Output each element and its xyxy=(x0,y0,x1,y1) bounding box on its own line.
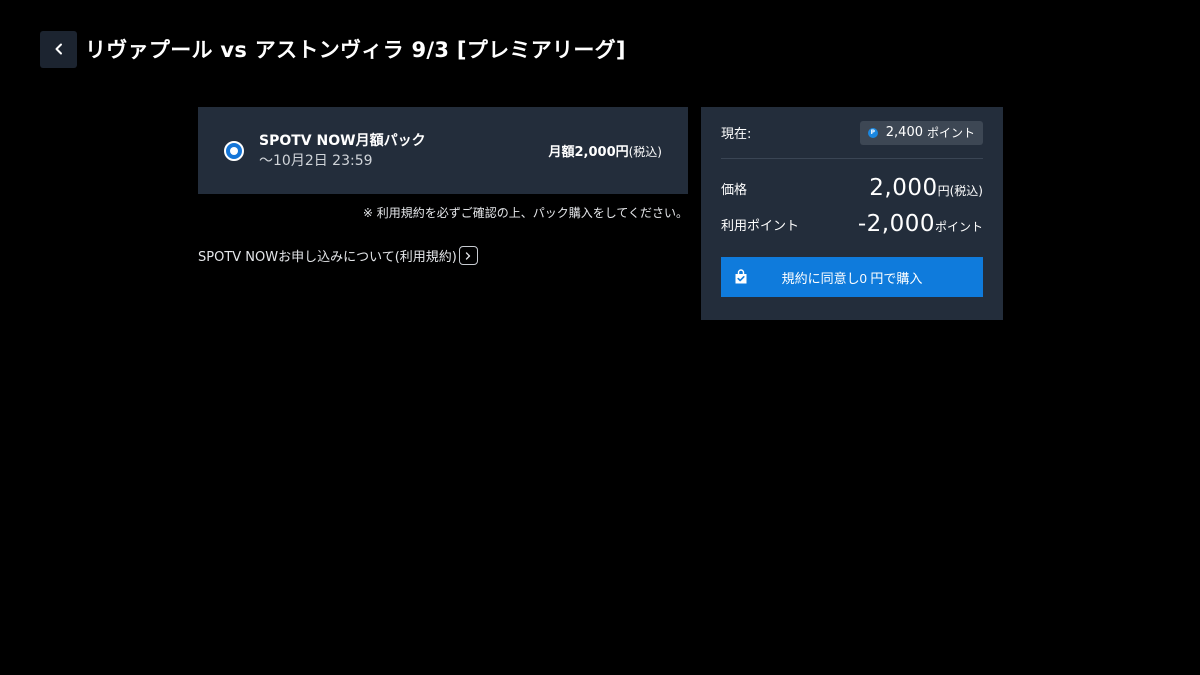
terms-link[interactable]: SPOTV NOWお申し込みについて(利用規約) xyxy=(198,246,478,265)
back-button[interactable] xyxy=(40,30,77,68)
radio-dot-icon xyxy=(230,146,238,155)
price-label: 価格 xyxy=(721,182,748,198)
plan-price-value: 月額2,000円 xyxy=(548,145,629,160)
plan-price-tax: (税込) xyxy=(628,145,662,159)
plan-price: 月額2,000円(税込) xyxy=(549,141,663,160)
use-points-value: -2,000 xyxy=(857,211,935,237)
price-row: 価格 2,000円(税込) xyxy=(721,173,983,203)
use-points-row: 利用ポイント -2,000ポイント xyxy=(721,209,983,239)
use-points-amount: -2,000ポイント xyxy=(858,211,983,237)
price-suffix: 円(税込) xyxy=(937,184,983,198)
terms-notice: ※ 利用規約を必ずご確認の上、パック購入をしてください。 xyxy=(362,206,688,220)
shopping-bag-icon xyxy=(735,269,747,284)
plan-name: SPOTV NOW月額パック xyxy=(259,132,426,149)
chevron-right-icon xyxy=(458,246,478,265)
agree-and-purchase-button[interactable]: 規約に同意し0 円で購入 xyxy=(721,257,983,297)
current-points-row: 現在: P 2,400 ポイント xyxy=(721,107,983,159)
current-label: 現在: xyxy=(721,127,752,142)
page-title: リヴァプール vs アストンヴィラ 9/3 [プレミアリーグ] xyxy=(85,38,626,62)
price-amount: 2,000円(税込) xyxy=(869,175,983,201)
buy-button-label: 規約に同意し0 円で購入 xyxy=(781,270,923,286)
plan-radio-selected[interactable] xyxy=(224,140,244,161)
purchase-page: リヴァプール vs アストンヴィラ 9/3 [プレミアリーグ] SPOTV NO… xyxy=(0,0,1200,675)
terms-link-label: SPOTV NOWお申し込みについて(利用規約) xyxy=(198,250,457,265)
current-points-value: 2,400 xyxy=(885,125,923,140)
point-coin-icon: P xyxy=(867,127,878,138)
points-badge: P 2,400 ポイント xyxy=(859,120,983,145)
price-value: 2,000 xyxy=(869,175,938,201)
purchase-panel: 現在: P 2,400 ポイント 価格 2,000円(税込) 利用ポイント -2… xyxy=(701,107,1003,320)
plan-text: SPOTV NOW月額パック 〜10月2日 23:59 xyxy=(259,131,549,171)
current-points-unit: ポイント xyxy=(926,126,975,140)
plan-period: 〜10月2日 23:59 xyxy=(259,152,373,169)
plan-option-spotv-now-monthly[interactable]: SPOTV NOW月額パック 〜10月2日 23:59 月額2,000円(税込) xyxy=(198,107,688,194)
use-points-label: 利用ポイント xyxy=(721,218,800,234)
header: リヴァプール vs アストンヴィラ 9/3 [プレミアリーグ] xyxy=(40,30,626,68)
use-points-suffix: ポイント xyxy=(934,220,983,234)
chevron-left-icon xyxy=(55,43,62,55)
